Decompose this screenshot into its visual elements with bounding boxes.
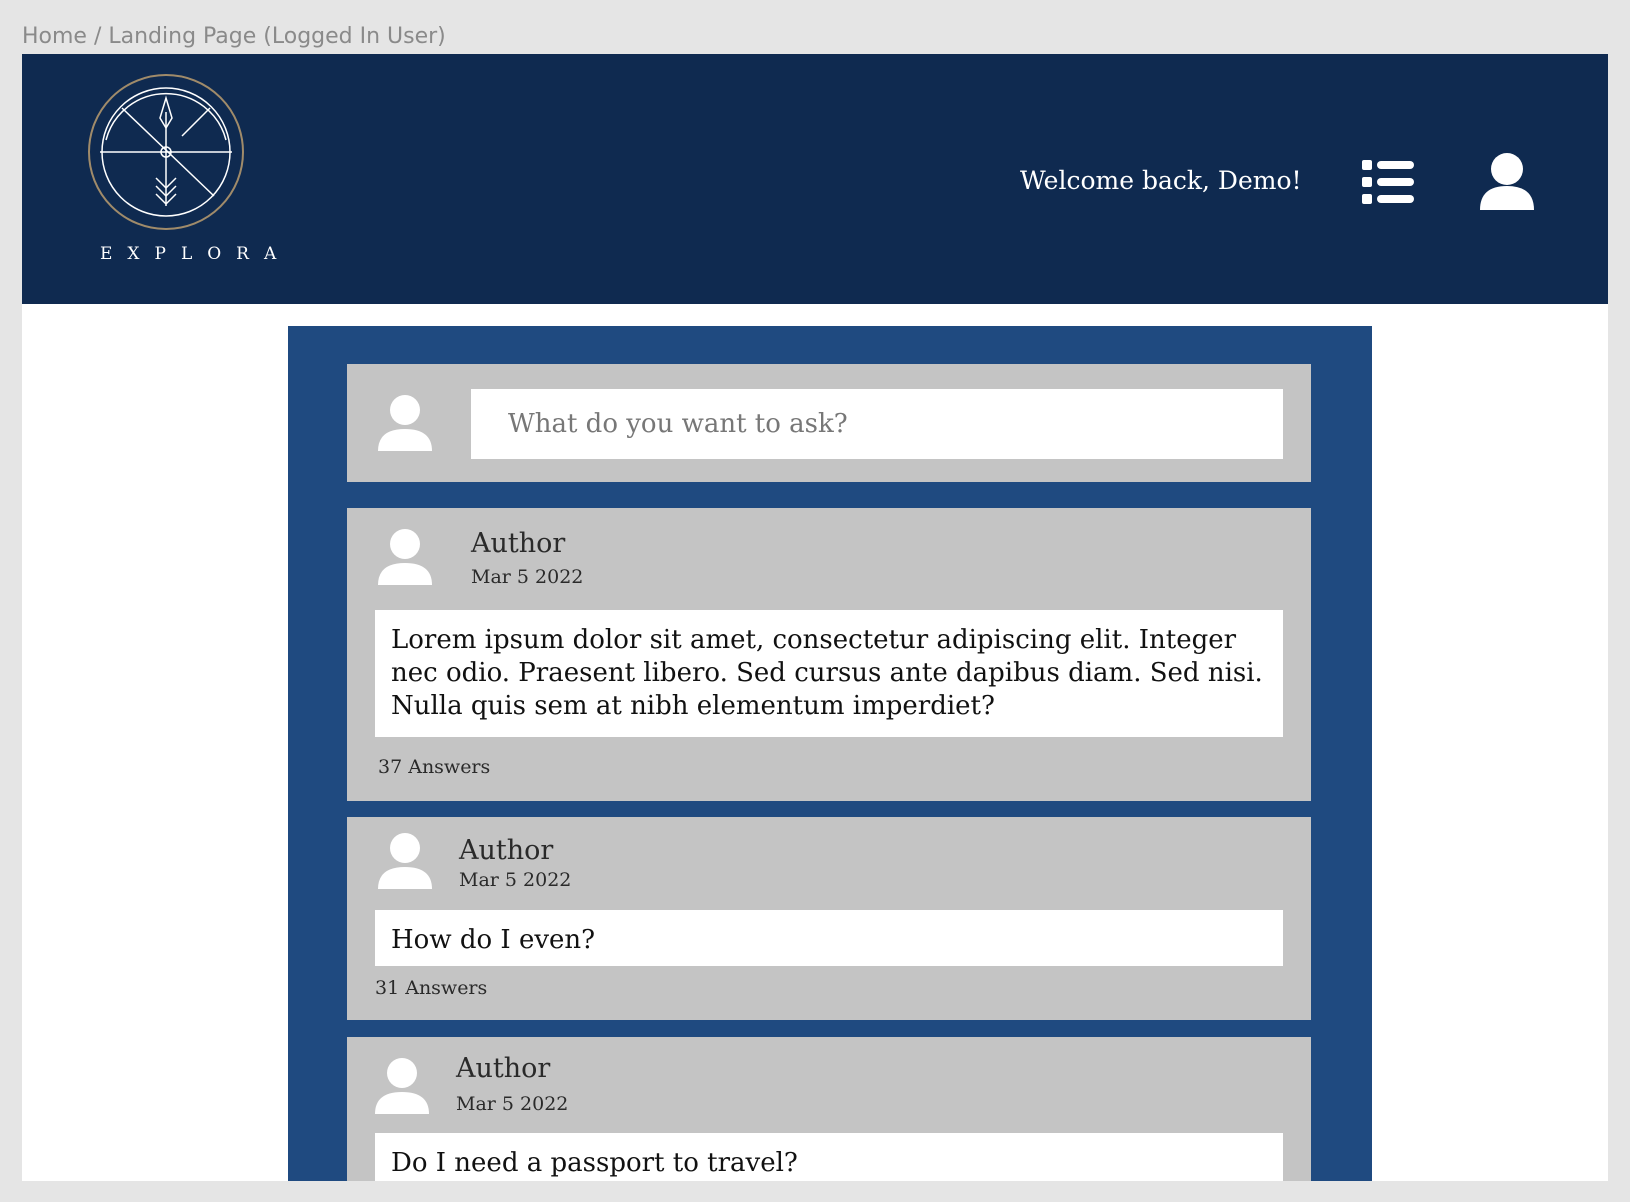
welcome-message: Welcome back, Demo!	[1020, 166, 1302, 195]
avatar	[374, 1057, 432, 1117]
user-icon	[378, 395, 432, 451]
ask-question-card	[347, 364, 1311, 482]
explora-logo[interactable]: EXPLORA	[86, 72, 276, 268]
author-name[interactable]: Author	[471, 528, 565, 559]
question-card[interactable]: Author Mar 5 2022 Lorem ipsum dolor sit …	[347, 508, 1311, 801]
avatar	[377, 528, 435, 588]
user-icon	[378, 529, 432, 585]
post-date: Mar 5 2022	[471, 566, 584, 588]
avatar	[377, 394, 435, 454]
ask-input[interactable]	[471, 389, 1283, 459]
author-name[interactable]: Author	[459, 835, 553, 866]
user-icon	[378, 833, 432, 889]
answers-count[interactable]: 31 Answers	[375, 977, 487, 999]
post-date: Mar 5 2022	[459, 869, 572, 891]
question-text[interactable]: Lorem ipsum dolor sit amet, consectetur …	[375, 610, 1283, 737]
page-frame: EXPLORA Welcome back, Demo! What do you …	[22, 54, 1608, 1181]
breadcrumb[interactable]: Home / Landing Page (Logged In User)	[22, 24, 446, 49]
post-date: Mar 5 2022	[456, 1093, 569, 1115]
question-card[interactable]: Author Mar 5 2022 How do I even? 31 Answ…	[347, 817, 1311, 1020]
logo-wordmark: EXPLORA	[100, 244, 292, 264]
site-header: EXPLORA Welcome back, Demo!	[22, 54, 1608, 304]
user-icon	[1480, 153, 1534, 210]
avatar	[377, 832, 435, 892]
question-feed: Author Mar 5 2022 Lorem ipsum dolor sit …	[288, 326, 1372, 1181]
compass-logo-icon	[88, 74, 244, 230]
answers-count[interactable]: 37 Answers	[378, 756, 490, 778]
menu-button[interactable]	[1360, 158, 1420, 208]
question-text[interactable]: Do I need a passport to travel?	[375, 1133, 1283, 1181]
list-icon	[1362, 160, 1414, 204]
question-text[interactable]: How do I even?	[375, 910, 1283, 966]
author-name[interactable]: Author	[456, 1053, 550, 1084]
question-card[interactable]: Author Mar 5 2022 Do I need a passport t…	[347, 1037, 1311, 1181]
user-icon	[375, 1058, 429, 1114]
profile-button[interactable]	[1478, 152, 1538, 214]
